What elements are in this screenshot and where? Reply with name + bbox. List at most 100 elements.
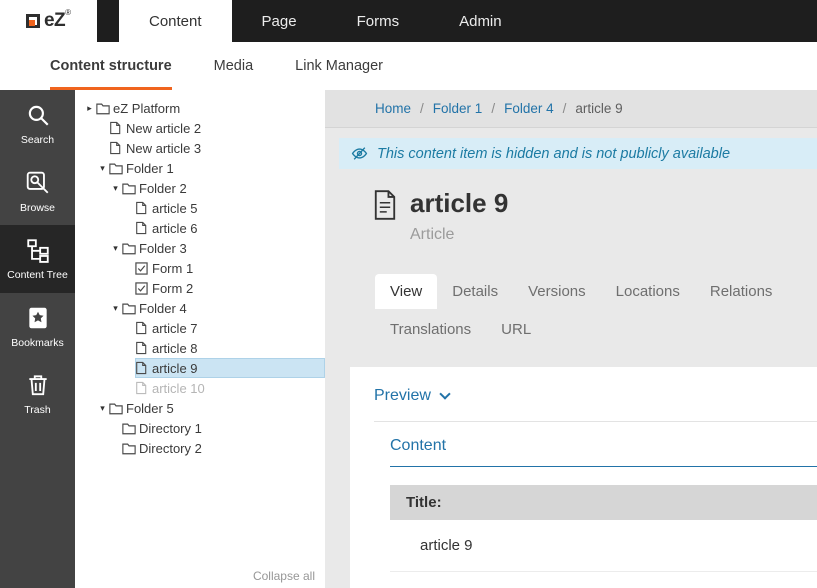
- content-type-label: Article: [410, 226, 508, 244]
- caret-right-icon[interactable]: ▸: [83, 104, 96, 113]
- ez-logo[interactable]: eZ ®: [0, 0, 97, 42]
- tree-item-form-1[interactable]: Form 1: [75, 258, 325, 278]
- sub-tab-media[interactable]: Media: [214, 42, 254, 90]
- tree-item-label: New article 2: [126, 121, 205, 136]
- folder-icon: [122, 182, 139, 195]
- tab-view[interactable]: View: [375, 274, 437, 309]
- content-tree-icon: [25, 237, 51, 263]
- rail-item-search[interactable]: Search: [0, 90, 75, 158]
- content-tabs: ViewDetailsVersionsLocationsRelations Tra…: [375, 274, 815, 347]
- caret-down-icon[interactable]: ▾: [96, 404, 109, 413]
- browse-icon: [25, 170, 51, 196]
- rail-item-label: Browse: [20, 202, 55, 215]
- caret-down-icon[interactable]: ▾: [109, 184, 122, 193]
- article-icon: [135, 221, 152, 235]
- fields-table: Title:article 9: [390, 485, 817, 572]
- rail-item-bookmarks[interactable]: Bookmarks: [0, 293, 75, 361]
- tab-relations[interactable]: Relations: [695, 274, 788, 309]
- search-icon: [25, 102, 51, 128]
- article-icon: [135, 341, 152, 355]
- tree-item-label: New article 3: [126, 141, 205, 156]
- tree-item-new-article-2[interactable]: New article 2: [75, 118, 325, 138]
- tab-url[interactable]: URL: [486, 312, 546, 347]
- rail-item-trash[interactable]: Trash: [0, 360, 75, 428]
- content-title-block: article 9 Article: [373, 188, 817, 244]
- rail-item-label: Content Tree: [7, 269, 68, 282]
- breadcrumb-folder-4[interactable]: Folder 4: [504, 101, 554, 116]
- folder-icon: [122, 302, 139, 315]
- tab-details[interactable]: Details: [437, 274, 513, 309]
- tree-item-form-2[interactable]: Form 2: [75, 278, 325, 298]
- caret-down-icon[interactable]: ▾: [96, 164, 109, 173]
- divider: [374, 421, 817, 422]
- tree-item-article-9[interactable]: article 9: [75, 358, 325, 378]
- tree-item-article-8[interactable]: article 8: [75, 338, 325, 358]
- top-tab-page[interactable]: Page: [232, 0, 327, 42]
- rail-item-browse[interactable]: Browse: [0, 158, 75, 226]
- caret-down-icon[interactable]: ▾: [109, 304, 122, 313]
- tree-item-label: article 7: [152, 321, 202, 336]
- tree-item-label: Folder 3: [139, 241, 191, 256]
- tree-item-label: article 5: [152, 201, 202, 216]
- tree-item-body: Folder 4: [122, 298, 325, 318]
- sub-tab-link-manager[interactable]: Link Manager: [295, 42, 383, 90]
- tree-item-label: article 9: [152, 361, 202, 376]
- tab-versions[interactable]: Versions: [513, 274, 601, 309]
- tree-item-directory-1[interactable]: Directory 1: [75, 418, 325, 438]
- tree-item-directory-2[interactable]: Directory 2: [75, 438, 325, 458]
- breadcrumb-folder-1[interactable]: Folder 1: [433, 101, 483, 116]
- tab-locations[interactable]: Locations: [601, 274, 695, 309]
- article-type-icon: [373, 190, 397, 244]
- field-value: article 9: [390, 520, 817, 572]
- tree-item-folder-3[interactable]: ▾ Folder 3: [75, 238, 325, 258]
- breadcrumb-home[interactable]: Home: [375, 101, 411, 116]
- folder-icon: [122, 422, 139, 435]
- content-tree: ▸eZ PlatformNew article 2New article 3▾F…: [75, 98, 325, 458]
- hidden-content-alert: This content item is hidden and is not p…: [339, 138, 817, 169]
- tree-item-article-5[interactable]: article 5: [75, 198, 325, 218]
- main-content: Home/Folder 1/Folder 4/article 9 This co…: [325, 90, 817, 588]
- tree-item-article-10[interactable]: article 10: [75, 378, 325, 398]
- bookmarks-icon: [25, 305, 51, 331]
- article-icon: [135, 361, 152, 375]
- brand-registered-mark: ®: [65, 8, 71, 17]
- tree-item-body: article 10: [135, 378, 325, 398]
- tree-item-body: article 7: [135, 318, 325, 338]
- sub-tab-content-structure[interactable]: Content structure: [50, 42, 172, 90]
- tree-item-folder-2[interactable]: ▾ Folder 2: [75, 178, 325, 198]
- tree-item-folder-4[interactable]: ▾Folder 4: [75, 298, 325, 318]
- top-tab-content[interactable]: Content: [119, 0, 232, 42]
- tree-item-folder-5[interactable]: ▾ Folder 5: [75, 398, 325, 418]
- caret-down-icon[interactable]: ▾: [109, 244, 122, 253]
- rail-item-label: Bookmarks: [11, 337, 64, 350]
- content-section: Content: [390, 437, 817, 467]
- tree-item-label: Folder 2: [139, 181, 191, 196]
- tree-item-ez-platform[interactable]: ▸ eZ Platform: [75, 98, 325, 118]
- article-icon: [135, 201, 152, 215]
- tree-item-label: Folder 5: [126, 401, 178, 416]
- tree-item-article-6[interactable]: article 6: [75, 218, 325, 238]
- ez-admin-screen: eZ ® ContentPageFormsAdmin Content struc…: [0, 0, 817, 588]
- tree-item-body: article 8: [135, 338, 325, 358]
- tree-item-folder-1[interactable]: ▾ Folder 1: [75, 158, 325, 178]
- tree-item-label: eZ Platform: [113, 101, 184, 116]
- tree-item-article-7[interactable]: article 7: [75, 318, 325, 338]
- tree-item-label: Folder 1: [126, 161, 178, 176]
- tree-item-new-article-3[interactable]: New article 3: [75, 138, 325, 158]
- tree-item-label: article 8: [152, 341, 202, 356]
- collapse-all-button[interactable]: Collapse all: [253, 569, 315, 583]
- title-text-group: article 9 Article: [410, 188, 508, 244]
- top-tab-forms[interactable]: Forms: [327, 0, 430, 42]
- rail-item-content-tree[interactable]: Content Tree: [0, 225, 75, 293]
- preview-toggle[interactable]: Preview: [374, 387, 449, 405]
- main-nav: ContentPageFormsAdmin: [119, 0, 532, 42]
- ez-logo-orange-square: [29, 20, 35, 26]
- article-icon: [109, 121, 126, 135]
- top-tab-admin[interactable]: Admin: [429, 0, 532, 42]
- tab-translations[interactable]: Translations: [375, 312, 486, 347]
- tree-item-body: article 9: [135, 358, 325, 378]
- alert-text: This content item is hidden and is not p…: [377, 146, 730, 162]
- ez-logo-icon: [26, 14, 40, 28]
- left-rail: Search Browse Content Tree Bookmarks Trash: [0, 90, 75, 588]
- rail-item-label: Search: [21, 134, 54, 147]
